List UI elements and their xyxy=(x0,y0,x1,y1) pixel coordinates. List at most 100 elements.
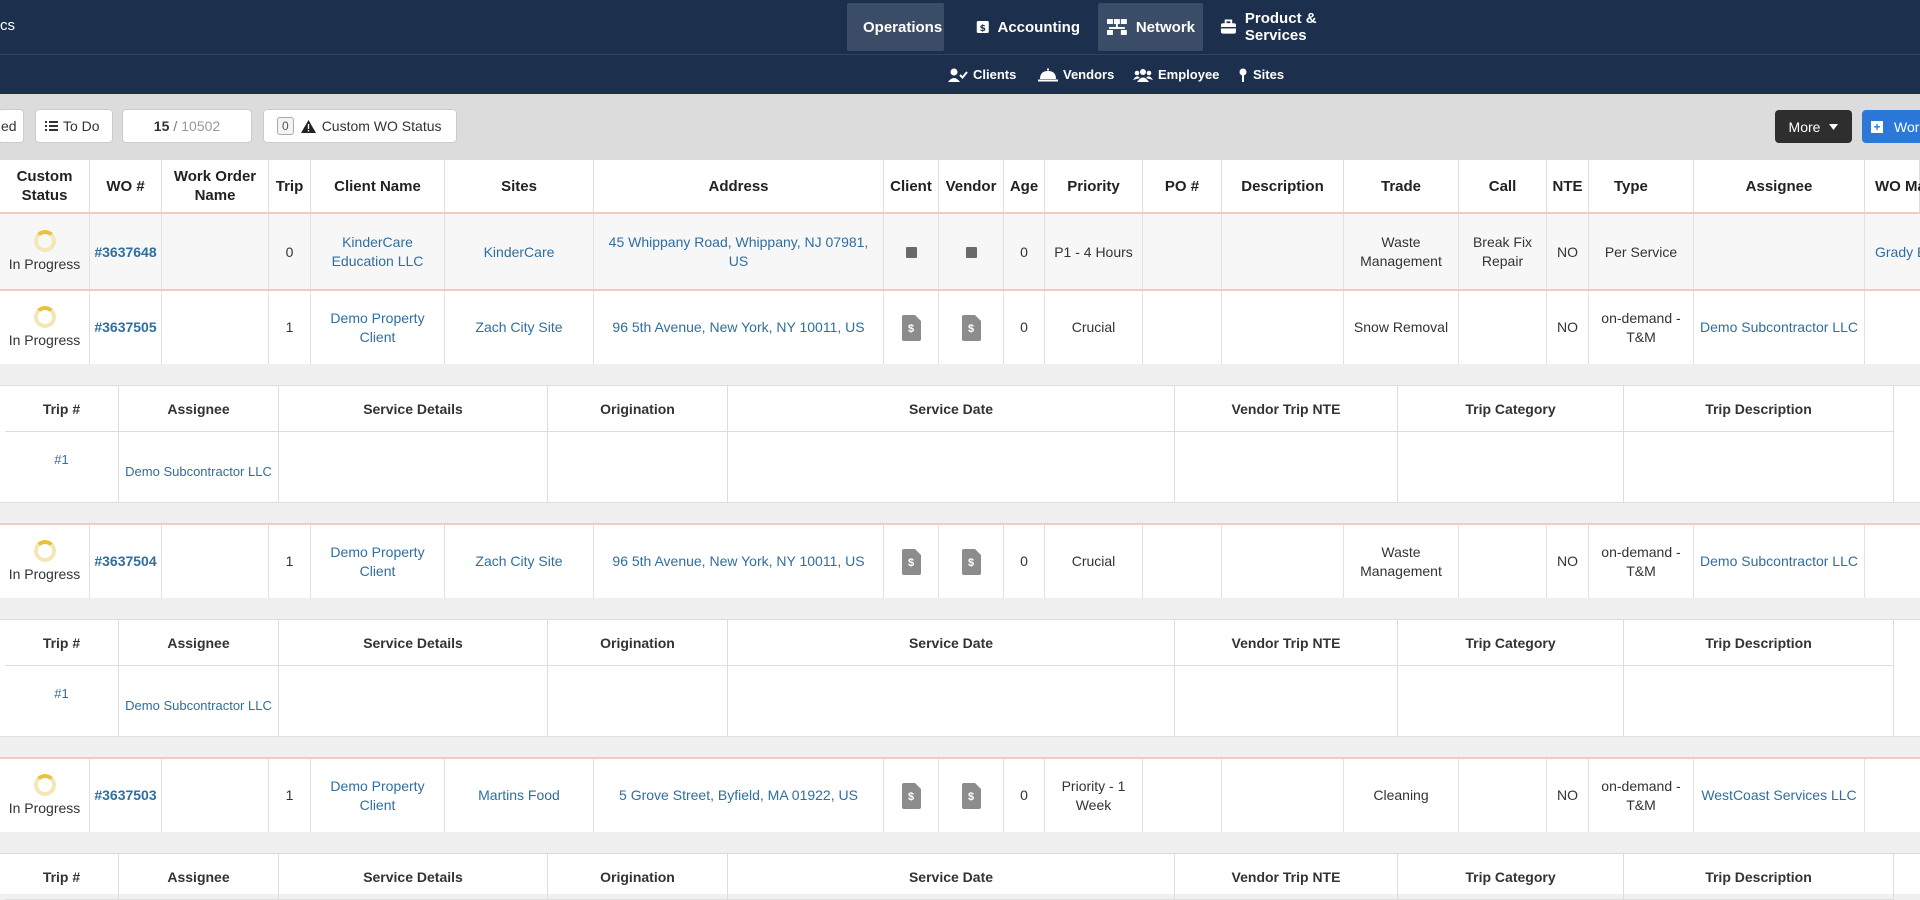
site-link[interactable]: KinderCare xyxy=(445,214,594,290)
assignee-link[interactable]: Demo Subcontractor LLC xyxy=(1694,291,1865,364)
trip-header-service-details: Service Details xyxy=(279,854,548,900)
nte-cell: NO xyxy=(1547,759,1589,832)
address-link[interactable]: 96 5th Avenue, New York, NY 10011, US xyxy=(594,291,884,364)
invoice-document-icon[interactable]: $ xyxy=(901,782,921,809)
priority-cell: Priority - 1 Week xyxy=(1045,759,1143,832)
trip-service-date-cell xyxy=(728,432,1175,502)
client-name-link[interactable]: KinderCare Education LLC xyxy=(311,214,445,290)
service-bell-icon xyxy=(1038,68,1058,81)
new-work-order-button[interactable]: + Wor xyxy=(1862,110,1920,143)
header-trip[interactable]: Trip xyxy=(269,160,311,212)
header-description[interactable]: Description xyxy=(1222,160,1344,212)
invoice-document-icon[interactable]: $ xyxy=(961,314,981,341)
trip-header-service-details: Service Details xyxy=(279,620,548,666)
trip-number-link[interactable]: #1 xyxy=(5,666,119,736)
nav-network[interactable]: Network xyxy=(1098,3,1203,51)
nav-accounting[interactable]: $ Accounting xyxy=(968,3,1088,51)
page-total: 10502 xyxy=(181,118,221,134)
trip-cell: 1 xyxy=(269,291,311,364)
nte-cell: NO xyxy=(1547,525,1589,598)
subnav-clients[interactable]: Clients xyxy=(948,67,1016,82)
address-link[interactable]: 5 Grove Street, Byfield, MA 01922, US xyxy=(594,759,884,832)
nav-product-services[interactable]: Product & Services xyxy=(1212,3,1382,51)
header-wo-number[interactable]: WO # xyxy=(90,160,162,212)
more-dropdown-button[interactable]: More xyxy=(1775,110,1852,143)
trip-description-cell xyxy=(1624,666,1894,736)
subnav-employee[interactable]: Employee xyxy=(1133,67,1219,82)
trip-category-cell xyxy=(1398,432,1624,502)
header-sites[interactable]: Sites xyxy=(445,160,594,212)
address-link[interactable]: 96 5th Avenue, New York, NY 10011, US xyxy=(594,525,884,598)
subnav-sites[interactable]: Sites xyxy=(1238,67,1284,82)
client-name-link[interactable]: Demo Property Client xyxy=(311,291,445,364)
subnav-vendors[interactable]: Vendors xyxy=(1038,67,1114,82)
trip-cell: 1 xyxy=(269,759,311,832)
wo-number-link[interactable]: #3637505 xyxy=(90,291,162,364)
square-icon[interactable] xyxy=(965,246,977,258)
site-link[interactable]: Zach City Site xyxy=(445,291,594,364)
vendor-cell: $ xyxy=(939,525,1004,598)
trip-header-service-date: Service Date xyxy=(728,854,1175,900)
trip-header-trip-category: Trip Category xyxy=(1398,854,1624,900)
client-name-link[interactable]: Demo Property Client xyxy=(311,759,445,832)
wo-number-link[interactable]: #3637503 xyxy=(90,759,162,832)
priority-cell: Crucial xyxy=(1045,525,1143,598)
header-work-order-name[interactable]: Work Order Name xyxy=(162,160,269,212)
wo-number-link[interactable]: #3637648 xyxy=(90,214,162,290)
po-number-cell xyxy=(1143,759,1222,832)
subnav-clients-label: Clients xyxy=(973,67,1017,82)
table-row[interactable]: In Progress #3637505 1 Demo Property Cli… xyxy=(0,289,1920,364)
header-priority[interactable]: Priority xyxy=(1045,160,1143,212)
header-wo-manager[interactable]: WO Ma xyxy=(1865,160,1920,212)
site-link[interactable]: Zach City Site xyxy=(445,525,594,598)
age-cell: 0 xyxy=(1004,214,1045,290)
header-trade[interactable]: Trade xyxy=(1344,160,1459,212)
todo-button[interactable]: To Do xyxy=(35,109,113,143)
square-icon[interactable] xyxy=(905,246,917,258)
progress-spinner-icon xyxy=(33,230,56,252)
nav-operations-label: Operations xyxy=(863,18,943,36)
invoice-document-icon[interactable]: $ xyxy=(901,548,921,575)
header-client[interactable]: Client xyxy=(884,160,939,212)
table-row[interactable]: In Progress #3637504 1 Demo Property Cli… xyxy=(0,523,1920,598)
assignee-link[interactable] xyxy=(1694,214,1865,290)
trip-assignee-link[interactable]: Demo Subcontractor LLC xyxy=(119,666,279,736)
custom-wo-status-button[interactable]: 0 Custom WO Status xyxy=(263,109,457,143)
filter-button[interactable]: ed xyxy=(0,109,24,143)
header-assignee[interactable]: Assignee xyxy=(1694,160,1865,212)
description-cell xyxy=(1222,759,1344,832)
invoice-icon: $ xyxy=(976,21,989,34)
pagination-display[interactable]: 15 / 10502 xyxy=(122,109,252,143)
invoice-document-icon[interactable]: $ xyxy=(901,314,921,341)
wo-number-link[interactable]: #3637504 xyxy=(90,525,162,598)
invoice-document-icon[interactable]: $ xyxy=(961,782,981,809)
trip-header-trip-description: Trip Description xyxy=(1624,854,1894,900)
header-nte[interactable]: NTE xyxy=(1547,160,1589,212)
header-client-name[interactable]: Client Name xyxy=(311,160,445,212)
subnav-sites-label: Sites xyxy=(1253,67,1285,82)
page-separator: / xyxy=(173,118,178,134)
header-age[interactable]: Age xyxy=(1004,160,1045,212)
table-row[interactable]: In Progress #3637503 1 Demo Property Cli… xyxy=(0,757,1920,832)
caret-down-icon xyxy=(1829,123,1839,130)
assignee-link[interactable]: Demo Subcontractor LLC xyxy=(1694,525,1865,598)
trip-header-origination: Origination xyxy=(548,854,728,900)
table-row[interactable]: In Progress #3637648 0 KinderCare Educat… xyxy=(0,212,1920,290)
header-po-number[interactable]: PO # xyxy=(1143,160,1222,212)
header-custom-status[interactable]: Custom Status xyxy=(0,160,90,212)
trip-assignee-link[interactable]: Demo Subcontractor LLC xyxy=(119,432,279,502)
trip-header-service-date: Service Date xyxy=(728,386,1175,432)
client-name-link[interactable]: Demo Property Client xyxy=(311,525,445,598)
wo-manager-link[interactable]: Grady B xyxy=(1865,214,1920,290)
wo-manager-cell xyxy=(1865,759,1920,832)
assignee-link[interactable]: WestCoast Services LLC xyxy=(1694,759,1865,832)
header-address[interactable]: Address xyxy=(594,160,884,212)
header-type[interactable]: Type xyxy=(1589,160,1694,212)
invoice-document-icon[interactable]: $ xyxy=(961,548,981,575)
header-vendor[interactable]: Vendor xyxy=(939,160,1004,212)
trip-number-link[interactable]: #1 xyxy=(5,432,119,502)
nav-operations[interactable]: Operations xyxy=(847,3,944,51)
address-link[interactable]: 45 Whippany Road, Whippany, NJ 07981, US xyxy=(594,214,884,290)
header-call[interactable]: Call xyxy=(1459,160,1547,212)
site-link[interactable]: Martins Food xyxy=(445,759,594,832)
